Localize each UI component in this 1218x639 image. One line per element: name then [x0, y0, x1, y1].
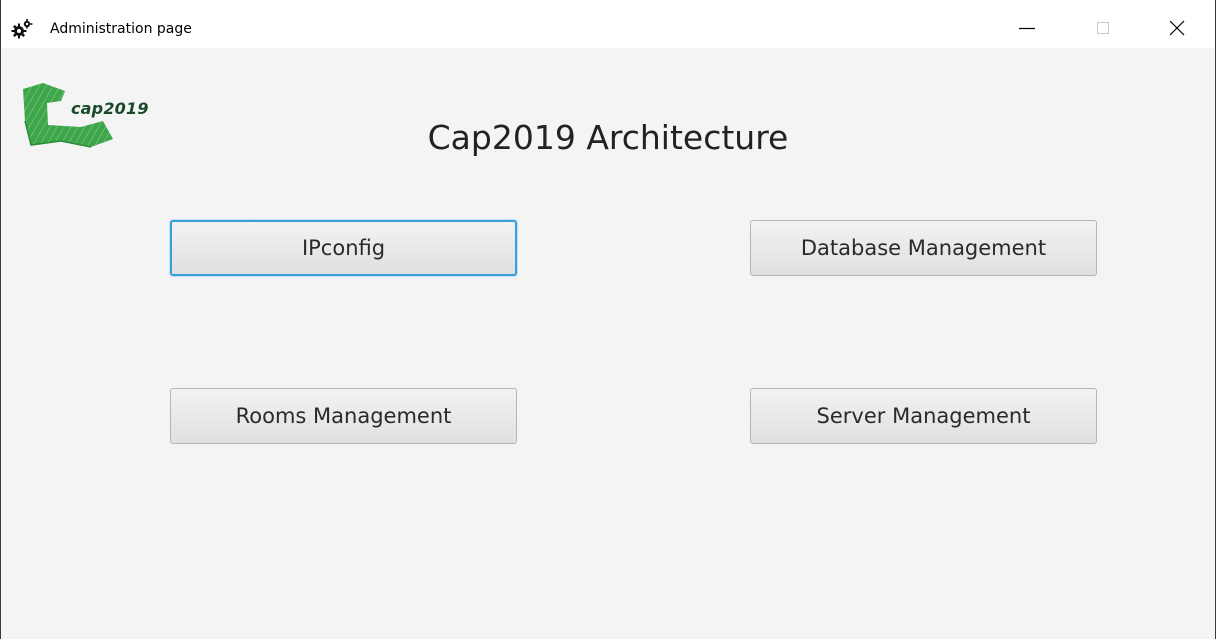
logo-text: cap2019 [71, 99, 149, 118]
rooms-management-button[interactable]: Rooms Management [170, 388, 517, 444]
ipconfig-button[interactable]: IPconfig [170, 220, 517, 276]
close-button[interactable] [1154, 8, 1200, 48]
maximize-icon [1097, 22, 1109, 34]
title-bar[interactable]: Administration page [1, 0, 1215, 48]
close-icon [1169, 20, 1185, 36]
maximize-button[interactable] [1080, 8, 1126, 48]
page-title: Cap2019 Architecture [427, 118, 789, 157]
minimize-button[interactable] [1004, 8, 1050, 48]
app-gear-icon [11, 18, 33, 40]
app-window: Administration page cap2019 Cap2019 Arch… [0, 0, 1216, 639]
main-content: cap2019 Cap2019 Architecture IPconfig Da… [1, 48, 1215, 639]
database-management-button[interactable]: Database Management [750, 220, 1097, 276]
window-title: Administration page [50, 21, 192, 37]
minimize-icon [1019, 27, 1035, 30]
server-management-button[interactable]: Server Management [750, 388, 1097, 444]
